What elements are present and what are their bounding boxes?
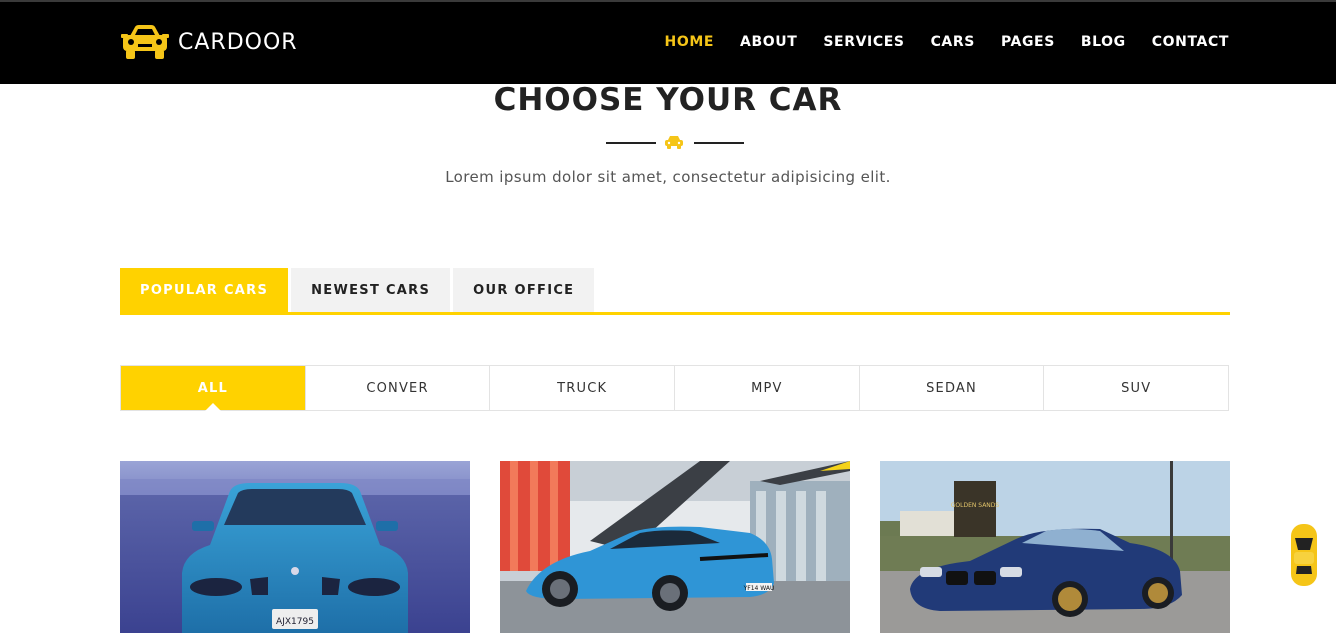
tab-newest-cars[interactable]: NEWEST CARS xyxy=(291,268,451,312)
car-card[interactable]: AJX1795 xyxy=(120,461,470,633)
filter-mpv[interactable]: MPV xyxy=(674,366,859,410)
site-header: CARDOOR HOME ABOUT SERVICES CARS PAGES B… xyxy=(0,0,1336,84)
scroll-top-car-icon[interactable] xyxy=(1288,522,1320,588)
nav-pages[interactable]: PAGES xyxy=(1001,34,1055,50)
tab-popular-cars[interactable]: POPULAR CARS xyxy=(120,268,289,312)
tabs-underline xyxy=(120,312,1230,315)
blue-bmw-sedan-front-photo: AJX1795 xyxy=(120,461,470,633)
license-plate: YF14 WAU xyxy=(743,585,775,592)
car-card[interactable]: YF14 WAU xyxy=(500,461,850,633)
nav-blog[interactable]: BLOG xyxy=(1081,34,1126,50)
tab-our-office[interactable]: OUR OFFICE xyxy=(453,268,595,312)
nav-home[interactable]: HOME xyxy=(665,34,715,50)
section-subtitle: Lorem ipsum dolor sit amet, consectetur … xyxy=(445,168,891,186)
car-front-icon xyxy=(121,25,169,59)
main-nav: HOME ABOUT SERVICES CARS PAGES BLOG CONT… xyxy=(665,34,1229,50)
filter-truck[interactable]: TRUCK xyxy=(489,366,674,410)
divider-line-right xyxy=(694,142,744,144)
filter-conver[interactable]: CONVER xyxy=(304,366,490,410)
golden-sands-sign: GOLDEN SANDS xyxy=(951,502,1000,509)
license-plate: AJX1795 xyxy=(276,617,314,627)
dark-blue-bmw-coupe-photo: GOLDEN SANDS xyxy=(880,461,1230,633)
filter-sedan[interactable]: SEDAN xyxy=(858,366,1044,410)
divider-line-left xyxy=(606,142,656,144)
car-tabs: POPULAR CARS NEWEST CARS OUR OFFICE xyxy=(120,268,595,312)
title-divider xyxy=(606,132,744,154)
nav-cars[interactable]: CARS xyxy=(931,34,975,50)
car-card[interactable]: GOLDEN SANDS xyxy=(880,461,1230,633)
section-title: CHOOSE YOUR CAR xyxy=(493,82,843,118)
car-icon xyxy=(665,136,683,149)
nav-about[interactable]: ABOUT xyxy=(740,34,797,50)
logo-text: CARDOOR xyxy=(178,29,298,55)
nav-services[interactable]: SERVICES xyxy=(823,34,904,50)
category-filters: ALL CONVER TRUCK MPV SEDAN SUV xyxy=(120,365,1229,411)
nav-contact[interactable]: CONTACT xyxy=(1152,34,1229,50)
blue-bmw-i8-photo: YF14 WAU xyxy=(500,461,850,633)
filter-suv[interactable]: SUV xyxy=(1043,366,1228,410)
logo[interactable]: CARDOOR xyxy=(120,22,298,62)
filter-all[interactable]: ALL xyxy=(121,366,305,411)
